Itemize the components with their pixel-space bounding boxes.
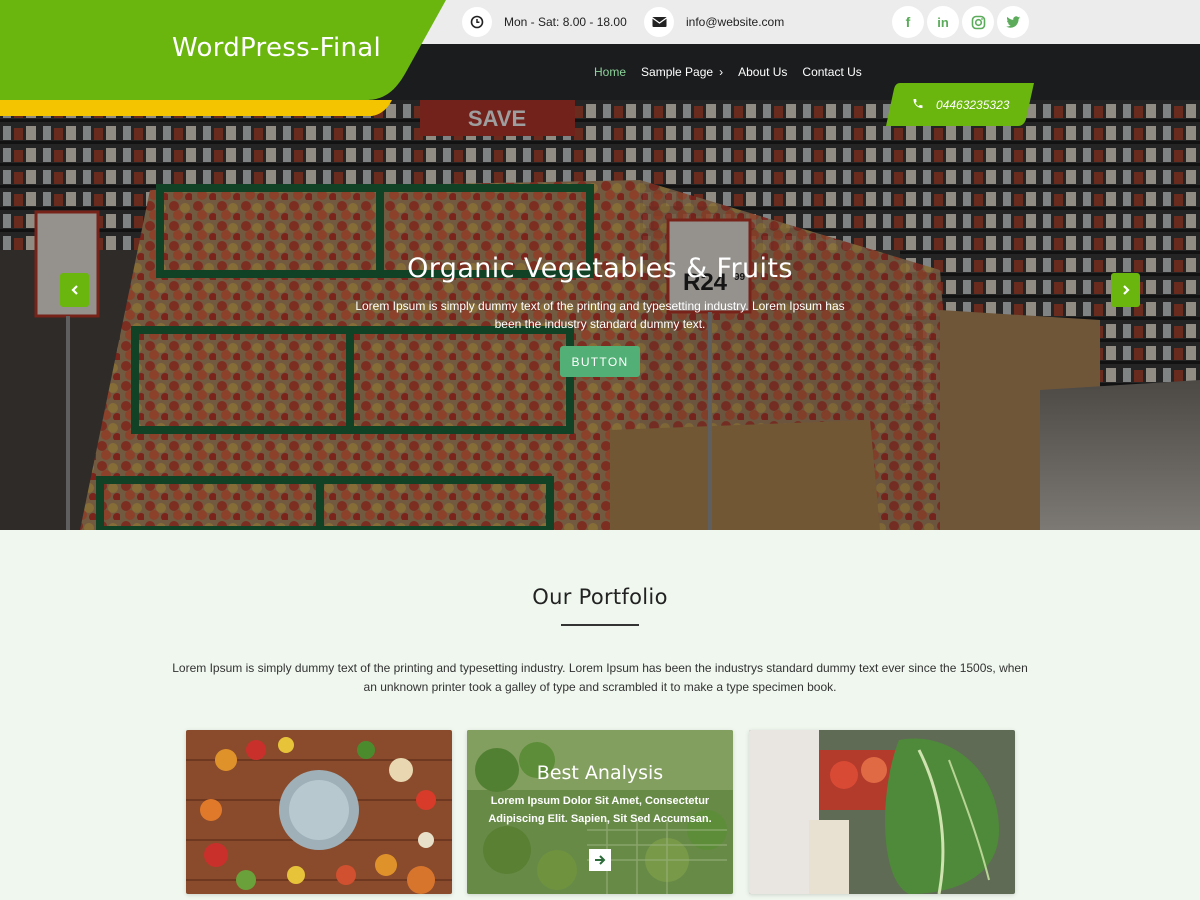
phone-number[interactable]: 04463235323	[936, 98, 1009, 112]
nav-item-about-us[interactable]: About Us	[738, 65, 787, 79]
nav-item-home[interactable]: Home	[594, 65, 626, 79]
email-text[interactable]: info@website.com	[686, 15, 784, 29]
hero-description: Lorem Ipsum is simply dummy text of the …	[355, 299, 845, 331]
envelope-icon	[644, 7, 674, 37]
twitter-icon[interactable]	[997, 6, 1029, 38]
card-image-lettuce	[749, 730, 1015, 894]
phone-badge[interactable]: 04463235323	[886, 83, 1034, 126]
slider-next-button[interactable]	[1111, 273, 1140, 307]
arrow-right-icon	[595, 855, 606, 865]
portfolio-title: Our Portfolio	[532, 585, 668, 609]
nav-item-contact-us[interactable]: Contact Us	[802, 65, 861, 79]
hours-text: Mon - Sat: 8.00 - 18.00	[504, 15, 627, 29]
portfolio-section: Our Portfolio Lorem Ipsum is simply dumm…	[0, 530, 1200, 900]
portfolio-card-best-analysis[interactable]: Best Analysis Lorem Ipsum Dolor Sit Amet…	[467, 730, 733, 894]
portfolio-description: Lorem Ipsum is simply dummy text of the …	[172, 661, 1028, 694]
linkedin-icon[interactable]: in	[927, 6, 959, 38]
portfolio-card-lettuce[interactable]	[749, 730, 1015, 894]
main-menu: Home Sample Page › About Us Contact Us	[594, 65, 877, 79]
hero-title: Organic Vegetables & Fruits	[407, 253, 793, 284]
social-links: f in	[892, 6, 1032, 38]
slider-prev-button[interactable]	[60, 273, 89, 307]
card-link-button[interactable]	[589, 849, 611, 871]
nav-item-label: Sample Page	[641, 65, 714, 79]
instagram-icon[interactable]	[962, 6, 994, 38]
contact-email[interactable]: info@website.com	[644, 7, 784, 37]
facebook-icon[interactable]: f	[892, 6, 924, 38]
clock-icon	[462, 7, 492, 37]
chevron-right-icon: ›	[719, 65, 724, 79]
portfolio-card-vegetables[interactable]	[186, 730, 452, 894]
opening-hours: Mon - Sat: 8.00 - 18.00	[462, 7, 627, 37]
hero-button[interactable]: BUTTON	[560, 346, 640, 377]
hero-slider: SAVE R24 99 Organic Vegetables & Fruits …	[0, 100, 1200, 530]
nav-item-sample-page[interactable]: Sample Page ›	[641, 65, 723, 79]
site-title[interactable]: WordPress-Final	[172, 33, 381, 63]
page: Mon - Sat: 8.00 - 18.00 info@website.com…	[0, 0, 1200, 900]
title-divider	[561, 624, 639, 626]
card-title: Best Analysis	[536, 762, 664, 784]
phone-icon	[913, 99, 923, 108]
chevron-right-icon	[1122, 285, 1130, 295]
site-logo[interactable]: WordPress-Final	[0, 0, 460, 120]
chevron-left-icon	[70, 285, 78, 295]
card-image-vegetables	[186, 730, 452, 894]
card-text: Lorem Ipsum Dolor Sit Amet, Consectetur …	[488, 795, 712, 825]
